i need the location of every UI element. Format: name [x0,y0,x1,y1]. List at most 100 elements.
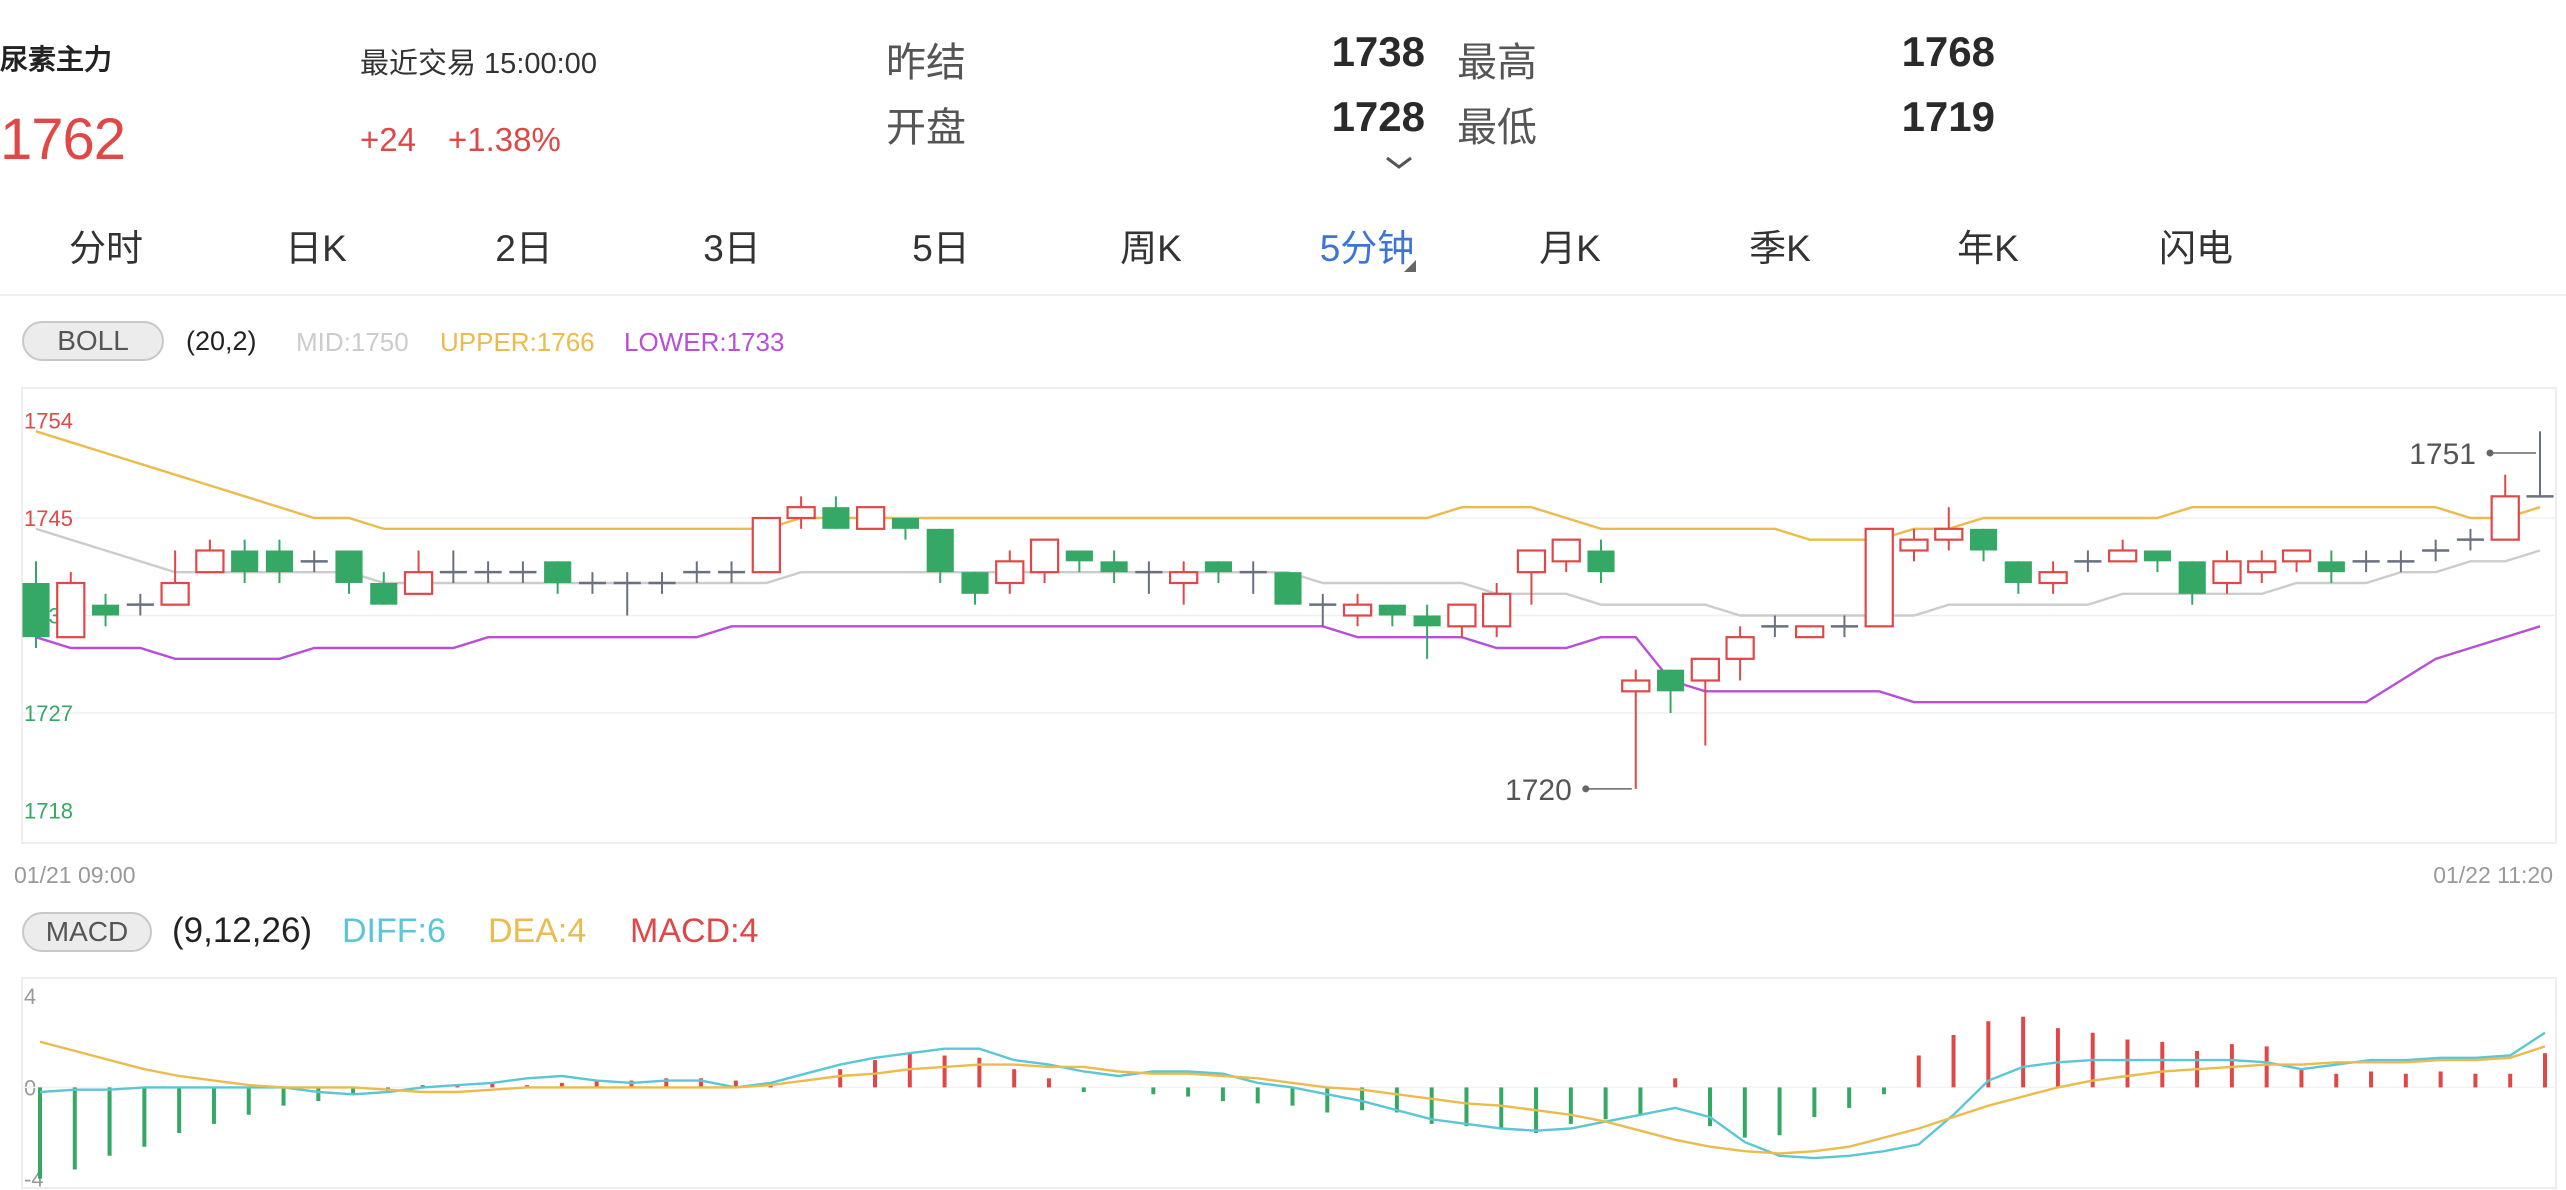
candle-body-down [2143,550,2172,562]
kline-chart-canvas[interactable]: 175417451736172717181751172001/21 09:000… [0,0,2566,1190]
candle-body-down [822,507,850,529]
candle [474,561,502,583]
macd-y-tick-label: 4 [24,984,36,1009]
candle-body-up [1621,679,1651,693]
candle [1100,550,1128,583]
candle [1239,561,1267,594]
candle [1621,669,1651,789]
y-tick-label: 1754 [24,409,73,434]
candle [1934,507,1964,551]
candle [1274,572,1302,605]
candle [2352,550,2380,573]
candle [926,528,954,583]
boll-lower-line [35,625,2541,704]
candle-body-down [544,561,572,583]
candle [2526,431,2554,498]
candle-body-up [1551,538,1581,563]
candle [2281,549,2312,573]
candle [1065,550,1093,573]
candle [1830,615,1859,638]
max-price-label: 1751 [2409,438,2476,471]
candle-body-up [1169,571,1199,585]
min-price-label: 1720 [1505,774,1572,807]
candle [300,550,328,573]
candle-body-up [1447,603,1477,628]
candle [509,561,537,583]
candle [1690,657,1720,746]
candle-body-up [1342,603,1373,617]
candle-body-up [56,581,86,639]
candle-body-down [1204,561,1233,573]
candle [717,561,746,583]
candle-body-up [2212,560,2242,585]
candle [613,572,641,616]
candle [648,572,676,594]
candle [1342,593,1373,627]
candle-body-up [2490,495,2520,541]
candle [891,518,920,540]
candle-body-up [2281,549,2312,563]
candle [231,539,259,583]
candle [856,506,886,530]
y-tick-label: 1727 [24,701,73,726]
candle-body-down [2317,561,2345,573]
candle-body-up [1482,592,1512,628]
candle [961,572,989,605]
candle [56,572,86,639]
candle-body-down [2178,561,2206,594]
candle [1169,561,1199,605]
candle [1795,625,1825,639]
candle [2387,550,2415,573]
candle-body-up [1864,527,1894,628]
candle [2074,550,2102,573]
candle [1378,604,1406,627]
candle [91,593,120,627]
candle [2247,550,2277,583]
candle [1516,549,1547,605]
candle [1864,527,1894,628]
candle [1969,528,1998,562]
candle [195,539,225,574]
candle-body-down [1378,604,1406,616]
candle [1309,593,1337,627]
candle-body-up [2108,549,2138,563]
candle [2178,561,2206,605]
candle [578,572,607,594]
candle-body-up [856,506,886,530]
candle [2317,550,2345,583]
candle [1725,626,1755,681]
candle [160,550,190,606]
candle-body-up [786,506,816,520]
candle [1135,561,1163,594]
candle-body-down [961,572,989,594]
candle [335,550,363,594]
candle-body-up [2038,571,2068,585]
candle-body-up [1795,625,1825,639]
candle [1413,604,1441,659]
candle-body-down [1587,550,1615,573]
candle-body-down [926,528,954,573]
candle [2038,561,2068,594]
candle-body-down [1065,550,1093,562]
candle [1656,669,1685,713]
candle-body-down [1274,572,1302,605]
x-start-time-label: 01/21 09:00 [14,862,136,888]
candle [751,516,781,574]
candle [2108,539,2138,563]
candle-body-up [2247,560,2277,574]
y-tick-label: 1718 [24,799,73,824]
candle [2456,528,2485,551]
candle-body-down [891,518,920,529]
candle-body-up [1725,636,1755,660]
candle-body-down [22,583,50,638]
candle-body-down [91,604,120,616]
candle [1761,615,1789,638]
candle [683,561,711,583]
candle-body-up [751,516,781,574]
candle-body-up [995,560,1025,585]
candle [370,572,398,605]
candle-body-up [1934,527,1964,541]
candle-body-down [370,583,398,605]
candle-body-up [1690,657,1720,682]
candle-body-down [1969,528,1998,551]
